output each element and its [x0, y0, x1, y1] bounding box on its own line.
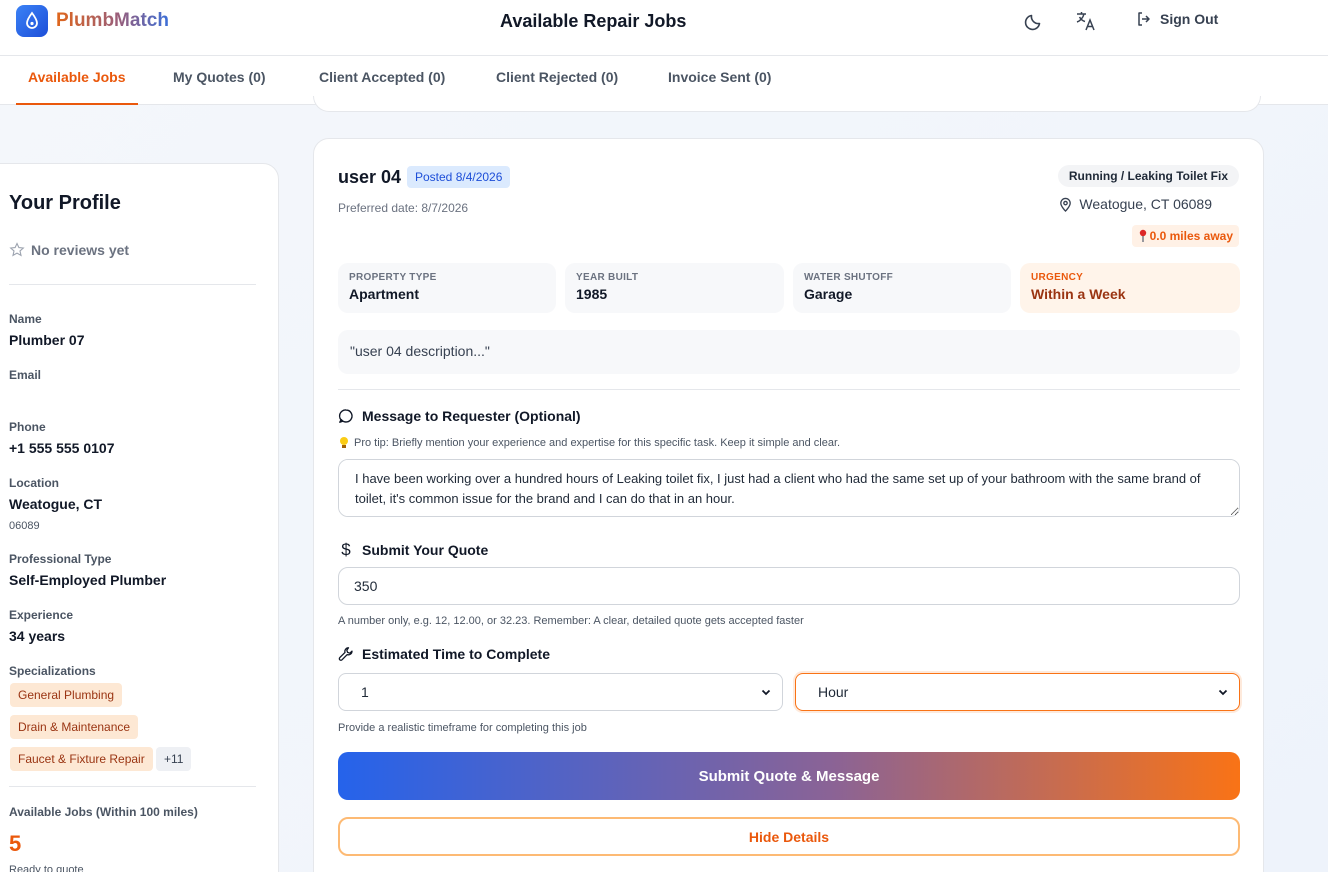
chevron-down-icon [1218, 689, 1228, 696]
distance-badge: 0.0 miles away [1131, 225, 1239, 247]
pushpin-icon [1139, 229, 1146, 242]
message-textarea[interactable]: I have been working over a hundred hours… [338, 459, 1240, 517]
app-name[interactable]: PlumbMatch [56, 10, 169, 32]
hide-details-button[interactable]: Hide Details [338, 817, 1240, 856]
top-header: PlumbMatch Available Repair Jobs Sign Ou… [0, 0, 1328, 56]
lightbulb-icon [340, 437, 348, 448]
message-section-label: Message to Requester (Optional) [338, 408, 581, 424]
map-pin-icon [1060, 197, 1072, 212]
name-value: Plumber 07 [9, 332, 85, 348]
preferred-date: Preferred date: 8/7/2026 [338, 201, 469, 215]
wrench-icon [338, 647, 353, 661]
time-unit-select[interactable]: Hour [795, 673, 1240, 711]
logo-icon[interactable] [16, 5, 48, 37]
reviews-row: No reviews yet [9, 242, 129, 258]
divider [9, 786, 256, 787]
detail-water-shutoff: WATER SHUTOFF Garage [793, 263, 1011, 313]
time-hint: Provide a realistic timeframe for comple… [338, 722, 587, 734]
submit-quote-button[interactable]: Submit Quote & Message [338, 752, 1240, 800]
job-type-badge: Running / Leaking Toilet Fix [1057, 165, 1239, 187]
time-amount-select[interactable]: 1 [338, 673, 783, 711]
phone-label: Phone [9, 420, 46, 434]
sign-out-button[interactable]: Sign Out [1136, 11, 1218, 27]
translate-icon[interactable] [1075, 10, 1097, 32]
quote-input[interactable] [338, 567, 1240, 605]
detail-value: Garage [804, 286, 853, 302]
detail-value: 1985 [576, 286, 608, 302]
experience-label: Experience [9, 608, 74, 622]
tab-available-jobs[interactable]: Available Jobs [16, 56, 138, 105]
divider [9, 284, 256, 285]
phone-value: +1 555 555 0107 [9, 440, 115, 456]
specializations-label: Specializations [9, 664, 96, 678]
quote-label-text: Submit Your Quote [362, 542, 489, 558]
email-label: Email [9, 368, 42, 382]
available-jobs-count: 5 [9, 831, 22, 856]
detail-key: URGENCY [1031, 272, 1084, 283]
posted-badge: Posted 8/4/2026 [407, 166, 511, 188]
quote-section-label: $ Submit Your Quote [338, 540, 488, 560]
detail-key: YEAR BUILT [576, 272, 639, 283]
star-icon [9, 242, 25, 257]
time-label-text: Estimated Time to Complete [362, 646, 551, 662]
detail-year-built: YEAR BUILT 1985 [565, 263, 784, 313]
tab-my-quotes[interactable]: My Quotes (0) [173, 56, 266, 105]
experience-value: 34 years [9, 628, 66, 644]
available-jobs-label: Available Jobs (Within 100 miles) [9, 805, 198, 819]
moon-icon[interactable] [1023, 10, 1045, 32]
previous-job-card-edge [313, 96, 1261, 112]
detail-key: WATER SHUTOFF [804, 272, 894, 283]
job-description: "user 04 description..." [338, 330, 1240, 374]
sign-out-icon [1138, 12, 1150, 26]
divider [338, 389, 1240, 390]
more-specializations-chip[interactable]: +11 [156, 747, 192, 771]
location-label: Location [9, 476, 59, 490]
specialization-chip: Drain & Maintenance [10, 715, 139, 739]
type-value: Self-Employed Plumber [9, 572, 167, 588]
time-amount-value: 1 [361, 684, 369, 700]
reviews-text: No reviews yet [31, 242, 130, 258]
dollar-icon: $ [341, 540, 351, 559]
specialization-chip: Faucet & Fixture Repair [10, 747, 153, 771]
type-label: Professional Type [9, 552, 112, 566]
detail-value: Within a Week [1031, 286, 1126, 302]
zip-value: 06089 [9, 520, 40, 532]
detail-key: PROPERTY TYPE [349, 272, 437, 283]
page-title: Available Repair Jobs [500, 11, 687, 31]
pro-tip: Pro tip: Briefly mention your experience… [338, 436, 840, 450]
available-jobs-sub: Ready to quote [9, 864, 84, 872]
time-section-label: Estimated Time to Complete [338, 646, 550, 662]
profile-title: Your Profile [9, 192, 121, 214]
pro-tip-text: Pro tip: Briefly mention your experience… [354, 437, 841, 449]
distance-text: 0.0 miles away [1149, 229, 1233, 243]
job-card: user 04 Posted 8/4/2026 Preferred date: … [313, 138, 1264, 872]
job-location: Weatogue, CT 06089 [1058, 196, 1212, 212]
name-label: Name [9, 312, 42, 326]
detail-urgency: URGENCY Within a Week [1020, 263, 1240, 313]
job-requester-name: user 04 [338, 167, 402, 187]
specialization-chip: General Plumbing [10, 683, 123, 707]
profile-sidebar: Your Profile No reviews yet Name Plumber… [0, 163, 279, 872]
time-unit-value: Hour [818, 684, 849, 700]
location-value: Weatogue, CT [9, 496, 103, 512]
job-location-text: Weatogue, CT 06089 [1079, 196, 1212, 212]
quote-hint: A number only, e.g. 12, 12.00, or 32.23.… [338, 615, 804, 627]
chat-bubble-icon [338, 409, 353, 423]
detail-value: Apartment [349, 286, 420, 302]
message-label-text: Message to Requester (Optional) [362, 408, 581, 424]
detail-property-type: PROPERTY TYPE Apartment [338, 263, 556, 313]
sign-out-label: Sign Out [1160, 11, 1219, 27]
chevron-down-icon [761, 689, 771, 696]
